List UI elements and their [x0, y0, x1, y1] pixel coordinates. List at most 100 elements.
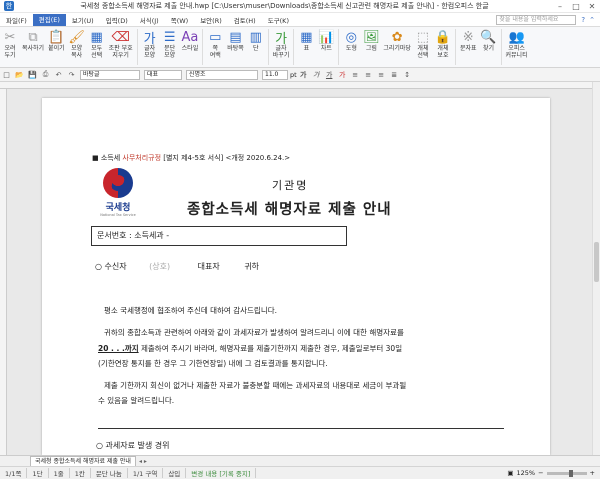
scrollbar-thumb[interactable] — [594, 242, 599, 282]
font-size-unit: pt — [290, 70, 297, 79]
object-select-button[interactable]: ⬚ 개체 선택 — [413, 29, 433, 60]
align-left-icon[interactable]: ≡ — [350, 69, 361, 80]
align-center-icon[interactable]: ≡ — [363, 69, 374, 80]
community-icon: 👥 — [508, 29, 525, 45]
help-icon[interactable]: ? — [581, 16, 585, 24]
recipient-company: (상호) — [149, 262, 171, 271]
replace-char-button[interactable]: 가 글자 바꾸기 — [271, 29, 292, 60]
horizontal-ruler[interactable] — [0, 82, 592, 89]
zoom-value[interactable]: 125% — [517, 469, 536, 477]
master-page-button[interactable]: ▤ 바탕쪽 — [225, 29, 246, 53]
zoom-slider-knob[interactable] — [568, 469, 573, 477]
greeting-paragraph: 평소 국세행정에 협조하여 주신데 대하여 감사드립니다. — [104, 306, 278, 315]
menu-item-3[interactable]: 입력(D) — [100, 15, 134, 25]
ribbon-label: 붙이기 — [48, 45, 65, 52]
align-right-icon[interactable]: ≡ — [376, 69, 387, 80]
style-button[interactable]: Aa 스타일 — [180, 29, 201, 53]
menu-item-5[interactable]: 쪽(W) — [165, 15, 194, 25]
menu-item-7[interactable]: 검토(H) — [228, 15, 262, 25]
open-icon[interactable]: 📂 — [14, 69, 25, 80]
ribbon-label: 개체 선택 — [417, 45, 429, 59]
master-page-icon: ▤ — [229, 29, 242, 45]
font-select[interactable]: 신명조 — [186, 69, 258, 80]
ribbon-label: 문단 모양 — [164, 45, 176, 59]
replace-char-icon: 가 — [275, 31, 288, 47]
menu-item-6[interactable]: 보안(R) — [194, 15, 228, 25]
search-input[interactable]: 찾을 내용을 입력하세요 — [496, 14, 577, 25]
font-color-icon[interactable]: 가 — [337, 69, 348, 80]
redo-icon[interactable]: ↷ — [66, 69, 77, 80]
form-reference: ■ 소득세 사무처리규정 [별지 제4-5호 서식] <개정 2020.6.24… — [92, 153, 290, 163]
ribbon-label: 복사하기 — [22, 45, 45, 52]
menu-item-8[interactable]: 도구(K) — [262, 15, 295, 25]
format-painter-icon: 🖌 — [68, 29, 85, 45]
ribbon-collapse-icon[interactable]: ⌃ — [589, 16, 595, 24]
form-ref-prefix: 소득세 — [100, 154, 123, 162]
para-shape-button[interactable]: ☰ 문단 모양 — [160, 29, 180, 60]
community-button[interactable]: 👥 오피스 커뮤니티 — [504, 29, 530, 60]
zoom-out-icon[interactable]: − — [538, 469, 543, 477]
new-doc-icon[interactable]: □ — [1, 69, 12, 80]
minimize-button[interactable]: – — [552, 2, 568, 11]
ribbon-separator — [338, 29, 340, 65]
format-painter-button[interactable]: 🖌 모양 복사 — [67, 29, 87, 60]
italic-icon[interactable]: 가 — [311, 69, 322, 80]
menu-item-4[interactable]: 서식(J) — [134, 15, 165, 25]
status-insert[interactable]: 삽입 — [163, 468, 187, 478]
line-spacing-icon[interactable]: ↕ — [402, 69, 413, 80]
font-lang-select[interactable]: 대표 — [144, 69, 182, 80]
symbol-button[interactable]: ※ 문자표 — [458, 29, 479, 53]
menu-item-0[interactable]: 파일(F) — [0, 15, 33, 25]
menu-item-1[interactable]: 편집(E) — [32, 13, 66, 26]
status-bar: 국세청 종합소득세 해명자료 제출 안내 ◂ ▸ 1/1쪽 1단 1줄 1칸 문… — [0, 455, 600, 479]
font-size-input[interactable]: 11.0 — [262, 69, 288, 80]
save-icon[interactable]: 💾 — [27, 69, 38, 80]
table-button[interactable]: ▦ 표 — [296, 29, 316, 53]
select-all-button[interactable]: ▦ 모두 선택 — [87, 29, 107, 60]
table-icon: ▦ — [300, 29, 313, 45]
vertical-scrollbar[interactable] — [592, 82, 600, 455]
scissors-button[interactable]: ✂ 오려 두기 — [0, 29, 20, 60]
ribbon-label: 모양 복사 — [71, 45, 83, 59]
bold-icon[interactable]: 가 — [298, 69, 309, 80]
ribbon-label: 찾기 — [482, 45, 495, 52]
underline-icon[interactable]: 가 — [324, 69, 335, 80]
char-shape-button[interactable]: 가 글자 모양 — [140, 29, 160, 60]
find-button[interactable]: 🔍 찾기 — [479, 29, 499, 53]
undo-icon[interactable]: ↶ — [53, 69, 64, 80]
status-track-changes[interactable]: 변경 내용 [기록 중지] — [186, 468, 257, 478]
status-page[interactable]: 1/1쪽 — [0, 468, 28, 478]
zoom-in-icon[interactable]: + — [590, 469, 595, 477]
vertical-ruler[interactable] — [0, 89, 7, 455]
shape-button[interactable]: ◎ 도형 — [341, 29, 361, 53]
status-col: 1칸 — [70, 468, 91, 478]
style-select[interactable]: 바탕글 — [80, 69, 140, 80]
ribbon-separator — [454, 29, 456, 65]
tab-scroll-arrows-icon[interactable]: ◂ ▸ — [139, 458, 147, 465]
justify-icon[interactable]: ≣ — [389, 69, 400, 80]
menu-item-2[interactable]: 보기(U) — [66, 15, 100, 25]
picture-button[interactable]: 🖼 그림 — [361, 29, 381, 53]
document-page[interactable]: ■ 소득세 사무처리규정 [별지 제4-5호 서식] <개정 2020.6.24… — [42, 98, 550, 455]
columns-button[interactable]: ▥ 단 — [246, 29, 266, 53]
view-mode-icon[interactable]: ▣ — [507, 469, 513, 477]
clipart-button[interactable]: ✿ 그리기마당 — [381, 29, 413, 53]
status-line: 1줄 — [49, 468, 70, 478]
clipart-icon: ✿ — [391, 29, 403, 45]
maximize-button[interactable]: □ — [568, 2, 584, 11]
chart-button[interactable]: 📊 차트 — [316, 29, 336, 53]
close-button[interactable]: ✕ — [584, 2, 600, 11]
ribbon-label: 표 — [303, 45, 310, 52]
zoom-control: ▣ 125% − + — [507, 469, 595, 477]
copy-button[interactable]: ⧉ 복사하기 — [20, 29, 46, 53]
char-shape-icon: 가 — [143, 31, 156, 47]
zoom-slider[interactable] — [546, 469, 587, 477]
paste-button[interactable]: 📋 붙이기 — [46, 29, 67, 53]
clear-codes-button[interactable]: ⌫ 조판 부호 지우기 — [107, 29, 135, 60]
print-icon[interactable]: ⎙ — [40, 69, 51, 80]
ribbon-label: 오피스 커뮤니티 — [505, 45, 528, 59]
page-margin-button[interactable]: ▭ 쪽 여백 — [205, 29, 225, 60]
para3-line1: 제출 기한까지 회신이 없거나 제출한 자료가 불충분할 때에는 과세자료의 내… — [104, 381, 407, 390]
object-protect-button[interactable]: 🔒 개체 보호 — [433, 29, 453, 60]
document-tab[interactable]: 국세청 종합소득세 해명자료 제출 안내 — [30, 456, 136, 466]
